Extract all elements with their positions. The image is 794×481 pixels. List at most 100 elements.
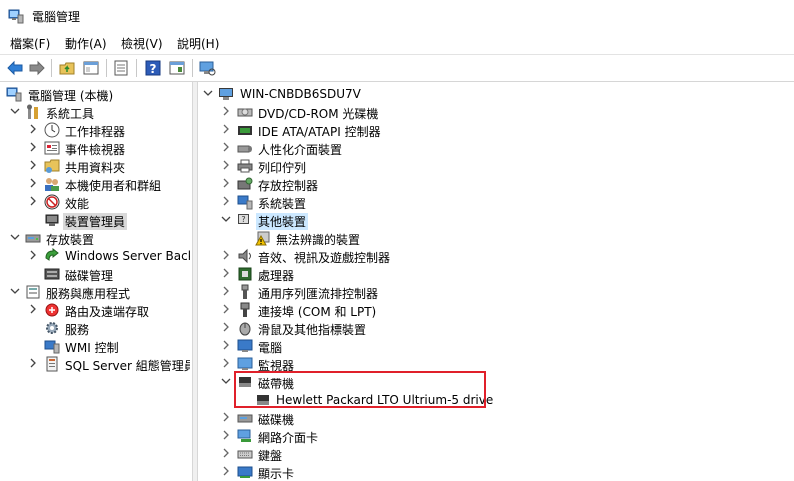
chevron-right-icon[interactable]	[221, 447, 231, 459]
chevron-right-icon[interactable]	[221, 195, 231, 207]
tree-item-label: 網路介面卡	[258, 431, 319, 445]
device-category-processors[interactable]: 處理器	[197, 265, 794, 283]
tree-item-label: 通用序列匯流排控制器	[258, 287, 379, 301]
menu-help[interactable]: 說明(H)	[177, 35, 219, 52]
scan-hardware-monitor-icon[interactable]	[198, 59, 216, 77]
menu-action[interactable]: 動作(A)	[65, 35, 107, 52]
device-category-print-queue[interactable]: 列印佇列	[197, 157, 794, 175]
device-category-mice[interactable]: 滑鼠及其他指標裝置	[197, 319, 794, 337]
chevron-right-icon[interactable]	[221, 465, 231, 477]
chevron-down-icon[interactable]	[203, 87, 213, 99]
menu-bar: 檔案(F) 動作(A) 檢視(V) 說明(H)	[0, 31, 794, 53]
tree-item-wmi-control[interactable]: WMI 控制	[0, 337, 190, 355]
chevron-right-icon[interactable]	[28, 177, 38, 189]
tree-item-services-apps[interactable]: 服務與應用程式	[0, 283, 190, 301]
tree-item-device-manager[interactable]: 裝置管理員	[0, 211, 190, 230]
help-icon[interactable]: ?	[144, 59, 162, 77]
computer-management-icon	[8, 9, 24, 24]
chevron-right-icon[interactable]	[221, 123, 231, 135]
chevron-right-icon[interactable]	[221, 105, 231, 117]
tree-item-label: DVD/CD-ROM 光碟機	[258, 107, 379, 121]
chevron-down-icon[interactable]	[10, 231, 20, 243]
chevron-right-icon[interactable]	[28, 195, 38, 207]
chevron-right-icon[interactable]	[28, 357, 38, 369]
tree-item-system-tools[interactable]: 系統工具	[0, 103, 190, 121]
device-category-other-devices[interactable]: ? 其他裝置	[197, 211, 794, 230]
show-hide-console-tree-icon[interactable]	[82, 59, 100, 77]
chevron-right-icon[interactable]	[221, 285, 231, 297]
chevron-down-icon[interactable]	[221, 375, 231, 387]
device-category-hid[interactable]: 人性化介面裝置	[197, 139, 794, 157]
show-action-pane-icon[interactable]	[168, 59, 186, 77]
device-item-unknown-device[interactable]: 無法辨識的裝置	[197, 229, 794, 247]
network-adapter-icon	[237, 429, 251, 442]
monitor-icon	[237, 357, 253, 370]
chevron-right-icon[interactable]	[221, 141, 231, 153]
tree-item-performance[interactable]: 效能	[0, 193, 190, 211]
chevron-right-icon[interactable]	[28, 159, 38, 171]
chevron-right-icon[interactable]	[221, 339, 231, 351]
device-category-ports[interactable]: 連接埠 (COM 和 LPT)	[197, 301, 794, 319]
device-category-storage-controllers[interactable]: 存放控制器	[197, 175, 794, 193]
back-arrow-icon[interactable]	[6, 59, 24, 77]
device-category-dvd[interactable]: DVD/CD-ROM 光碟機	[197, 103, 794, 121]
device-category-usb[interactable]: 通用序列匯流排控制器	[197, 283, 794, 301]
tree-item-label: 無法辨識的裝置	[276, 233, 361, 247]
display-adapter-icon	[237, 466, 253, 478]
chevron-down-icon[interactable]	[10, 105, 20, 117]
sql-server-icon	[46, 356, 58, 372]
tree-item-label: 鍵盤	[258, 449, 283, 463]
svg-text:?: ?	[150, 62, 157, 76]
tree-item-shared-folders[interactable]: 共用資料夾	[0, 157, 190, 175]
tree-item-computer-management[interactable]: 電腦管理 (本機)	[0, 85, 190, 103]
tree-item-label: 存放裝置	[46, 233, 95, 247]
menu-view[interactable]: 檢視(V)	[121, 35, 163, 52]
chevron-right-icon[interactable]	[221, 429, 231, 441]
properties-sheet-icon[interactable]	[112, 59, 130, 77]
tree-item-label: 滑鼠及其他指標裝置	[258, 323, 367, 337]
chevron-right-icon[interactable]	[221, 303, 231, 315]
device-category-display-adapters[interactable]: 顯示卡	[197, 463, 794, 481]
warning-device-icon	[255, 231, 270, 246]
device-category-network-adapters[interactable]: 網路介面卡	[197, 427, 794, 445]
chevron-right-icon[interactable]	[28, 249, 38, 261]
tree-item-task-scheduler[interactable]: 工作排程器	[0, 121, 190, 139]
chevron-right-icon[interactable]	[221, 159, 231, 171]
chevron-right-icon[interactable]	[221, 411, 231, 423]
tree-item-storage[interactable]: 存放裝置	[0, 229, 190, 247]
forward-arrow-icon[interactable]	[28, 59, 46, 77]
console-tree: 電腦管理 (本機) 系統工具 工作排程器 事件檢視器 共用資料夾 本機使用者和群…	[0, 82, 190, 481]
chevron-right-icon[interactable]	[221, 249, 231, 261]
keyboard-icon	[237, 450, 253, 459]
chevron-down-icon[interactable]	[221, 213, 231, 225]
tree-item-label: WIN-CNBDB6SDU7V	[240, 87, 361, 101]
tree-item-label: 系統裝置	[258, 197, 307, 211]
tree-item-routing-remote-access[interactable]: 路由及遠端存取	[0, 301, 190, 319]
chevron-right-icon[interactable]	[221, 177, 231, 189]
tree-item-sql-server-config[interactable]: SQL Server 組態管理員	[0, 355, 190, 373]
device-category-disk-drives[interactable]: 磁碟機	[197, 409, 794, 427]
device-category-system-devices[interactable]: 系統裝置	[197, 193, 794, 211]
device-category-keyboards[interactable]: 鍵盤	[197, 445, 794, 463]
chevron-down-icon[interactable]	[10, 285, 20, 297]
tree-item-disk-management[interactable]: 磁碟管理	[0, 265, 190, 283]
chevron-right-icon[interactable]	[28, 303, 38, 315]
device-category-computer[interactable]: 電腦	[197, 337, 794, 355]
chevron-right-icon[interactable]	[221, 321, 231, 333]
up-folder-icon[interactable]	[58, 59, 76, 77]
chevron-right-icon[interactable]	[28, 123, 38, 135]
tree-item-event-viewer[interactable]: 事件檢視器	[0, 139, 190, 157]
menu-file[interactable]: 檔案(F)	[10, 35, 50, 52]
storage-icon	[25, 234, 41, 243]
backup-icon	[45, 248, 59, 261]
tree-item-windows-server-backup[interactable]: Windows Server Backu	[0, 247, 190, 265]
device-category-ide[interactable]: IDE ATA/ATAPI 控制器	[197, 121, 794, 139]
tree-item-label: 電腦	[258, 341, 283, 355]
chevron-right-icon[interactable]	[28, 141, 38, 153]
chevron-right-icon[interactable]	[221, 267, 231, 279]
chevron-right-icon[interactable]	[221, 357, 231, 369]
device-tree-root[interactable]: WIN-CNBDB6SDU7V	[197, 85, 794, 103]
tree-item-local-users-groups[interactable]: 本機使用者和群組	[0, 175, 190, 193]
tree-item-services[interactable]: 服務	[0, 319, 190, 337]
device-category-audio[interactable]: 音效、視訊及遊戲控制器	[197, 247, 794, 265]
